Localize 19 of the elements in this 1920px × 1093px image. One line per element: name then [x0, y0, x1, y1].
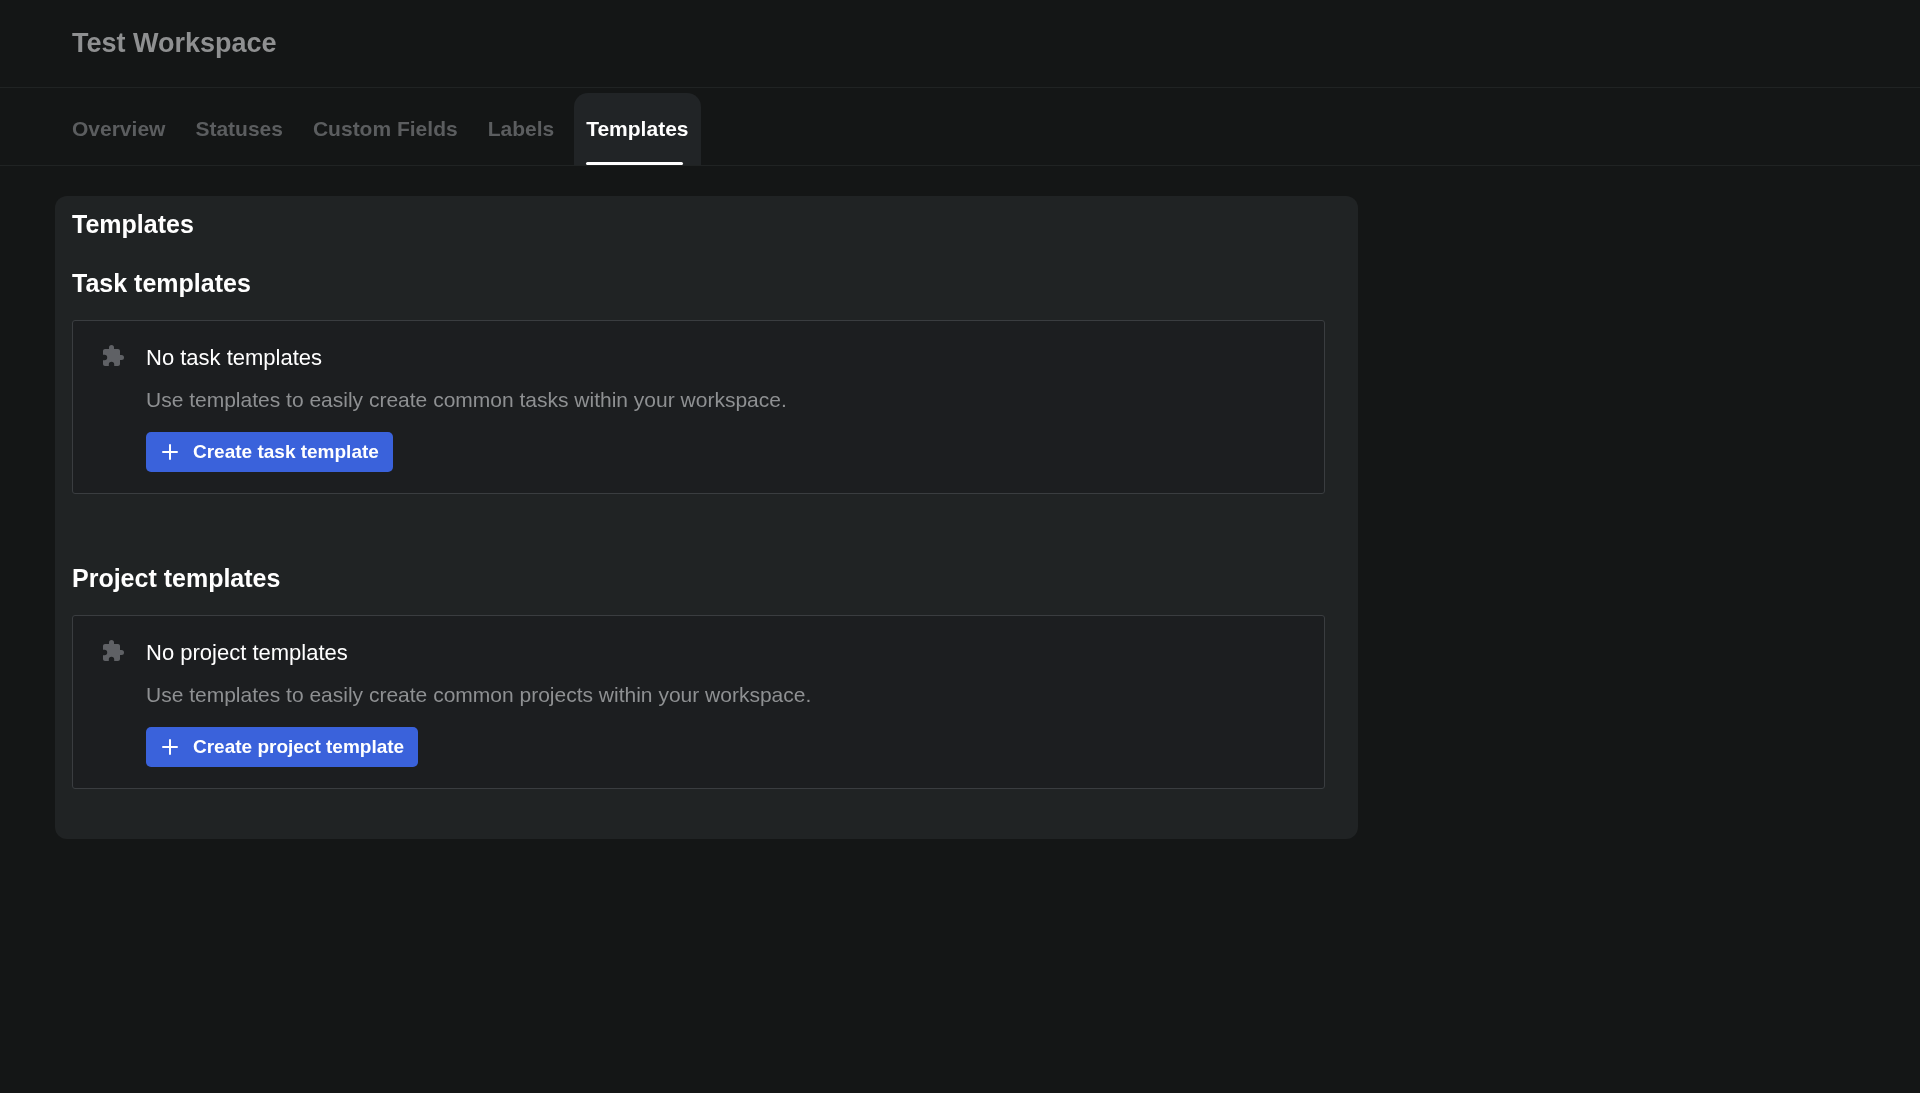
tab[interactable]: Labels — [477, 93, 565, 165]
plus-icon — [162, 444, 178, 460]
tab[interactable]: Templates — [574, 93, 701, 165]
empty-state-text: Use templates to easily create common projects within your workspace. — [146, 683, 812, 707]
tab[interactable]: Custom Fields — [302, 93, 468, 165]
puzzle-piece-icon — [101, 344, 125, 368]
plus-icon — [162, 739, 178, 755]
section-heading: Task templates — [72, 269, 252, 298]
create-template-button[interactable]: Create task template — [146, 432, 393, 472]
puzzle-piece-icon — [101, 639, 125, 663]
workspace-title: Test Workspace — [72, 28, 277, 59]
empty-state-title: No task templates — [146, 344, 324, 372]
panel-title: Templates — [72, 210, 195, 239]
empty-state-text: Use templates to easily create common tasks within your workspace. — [146, 388, 787, 412]
tab[interactable]: Overview — [62, 93, 176, 165]
create-template-button[interactable]: Create project template — [146, 727, 419, 767]
tab[interactable]: Statuses — [185, 93, 293, 165]
empty-state-title: No project templates — [146, 639, 349, 667]
section-heading: Project templates — [72, 564, 282, 593]
